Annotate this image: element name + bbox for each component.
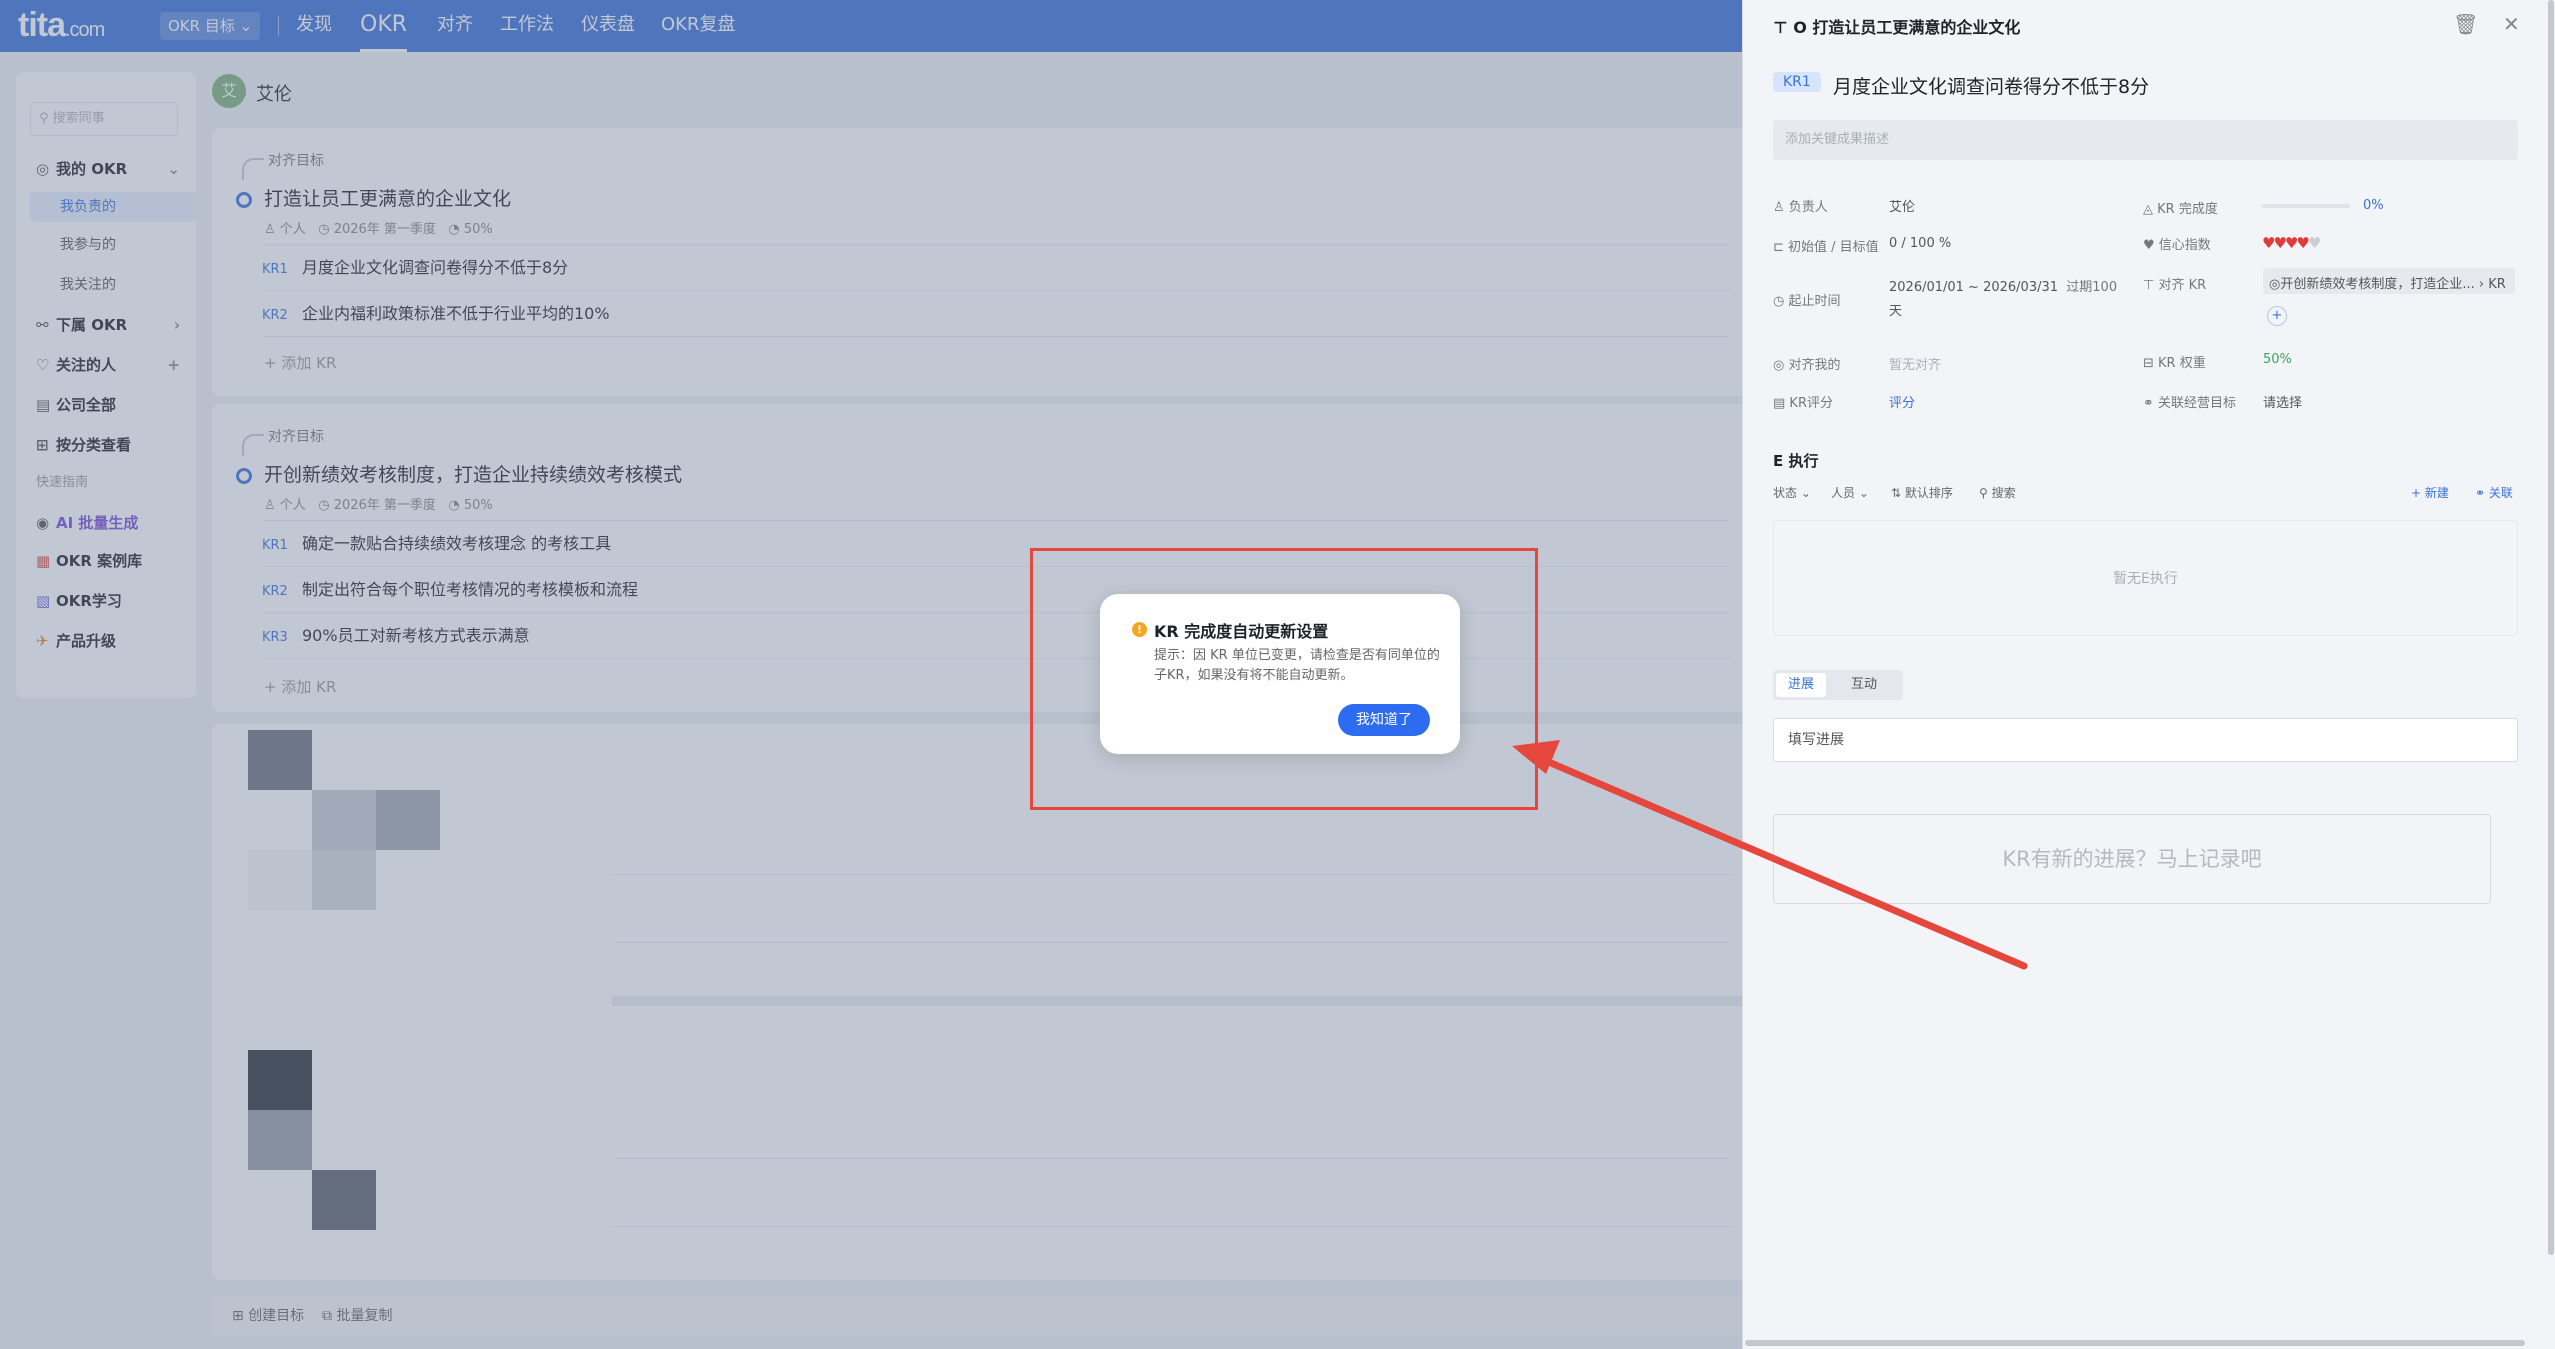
arrow-shaft xyxy=(1526,750,2028,970)
annotation-arrow xyxy=(1512,740,2028,970)
arrow-head xyxy=(1512,740,1560,774)
